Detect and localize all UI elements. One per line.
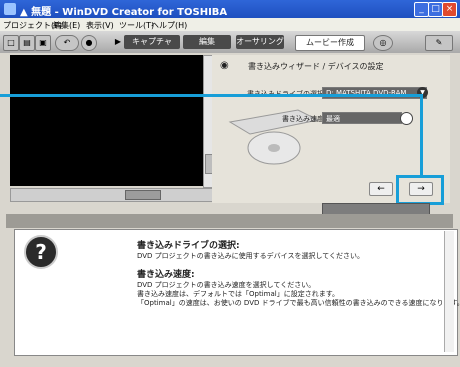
disc-burn-icon[interactable]: ◎ [373,35,393,51]
tab-authoring[interactable]: オーサリング [236,35,284,49]
callout-line [0,94,422,97]
menu-bar: プロジェクト(P) 編集(E) 表示(V) ツール(T) ヘルプ(H) [0,18,460,31]
redo-icon[interactable]: ● [81,35,97,51]
next-button-highlight [396,175,444,205]
menu-tools[interactable]: ツール(T) [119,20,154,31]
back-button[interactable]: ← [369,182,393,196]
speed-label: 書き込み速度 [282,115,324,123]
window-title: ▲ 無題 - WinDVD Creator for TOSHIBA [20,7,228,18]
wizard-title: 書き込みウィザード / デバイスの設定 [248,62,384,71]
chevron-down-icon[interactable]: ▼ [400,112,413,125]
open-project-icon[interactable]: ▤ [19,35,35,51]
maximize-button[interactable]: □ [428,2,443,17]
tab-make-movie[interactable]: ムービー作成 [295,35,365,51]
disc-icon: ◉ [220,60,229,71]
close-button[interactable]: × [442,2,457,17]
tab-edit[interactable]: 編集 [183,35,231,49]
help-speed-line3: 「Optimal」の速度は、お使いの DVD ドライブで最も高い信頼性の書き込み… [137,299,460,307]
help-drive-heading: 書き込みドライブの選択: [137,241,240,251]
play-arrow-icon: ▶ [114,37,122,46]
preview-horizontal-bar[interactable] [10,188,213,202]
save-project-icon[interactable]: ▣ [35,35,51,51]
callout-line-vertical [420,94,423,178]
new-project-icon[interactable]: □ [3,35,19,51]
minimize-button[interactable]: _ [414,2,429,17]
title-bar: ▲ 無題 - WinDVD Creator for TOSHIBA _ □ × [0,0,460,18]
menu-view[interactable]: 表示(V) [86,20,114,31]
settings-icon[interactable]: ✎ [425,35,453,51]
app-icon [4,3,16,15]
help-speed-heading: 書き込み速度: [137,270,195,280]
tab-capture[interactable]: キャプチャ [124,35,180,49]
speed-select-value: 最適 [326,115,340,123]
preview-slider-thumb[interactable] [125,190,161,200]
panel-divider [6,214,453,228]
menu-help[interactable]: ヘルプ(H) [151,20,187,31]
undo-icon[interactable]: ↶ [55,35,79,51]
menu-edit[interactable]: 編集(E) [53,20,80,31]
help-drive-text: DVD プロジェクトの書き込みに使用するデバイスを選択してください。 [137,252,365,260]
preview-screen [10,55,203,186]
help-scrollbar[interactable] [444,231,454,352]
toolbar: □ ▤ ▣ ↶ ● ▶ キャプチャ 編集 オーサリング ムービー作成 ◎ ✎ [0,31,460,53]
question-icon: ? [24,235,58,269]
speed-select[interactable]: 最適 ▼ [322,112,413,125]
drive-select[interactable]: D: MATSHITA DVD-RAM ▼ [322,87,428,99]
